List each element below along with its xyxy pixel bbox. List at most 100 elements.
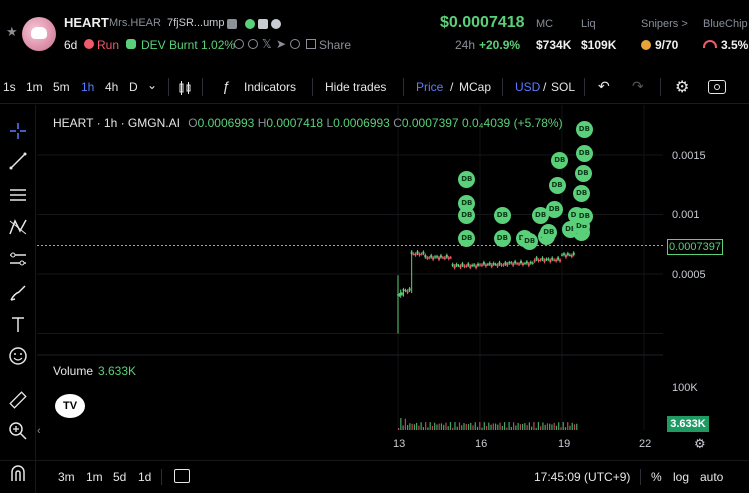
share-icon[interactable] — [306, 39, 316, 49]
liq-value: $109K — [581, 38, 617, 52]
trade-marker[interactable]: DB — [575, 207, 593, 225]
website-icon[interactable] — [290, 39, 300, 49]
interval-1m[interactable]: 1m — [26, 80, 43, 94]
brush-icon[interactable] — [8, 283, 28, 303]
share-label[interactable]: Share — [319, 38, 351, 52]
candle-body — [488, 262, 491, 265]
zoom-in-icon[interactable] — [8, 421, 28, 441]
contract-address[interactable]: 7fjSR...ump — [167, 17, 224, 29]
usd-toggle[interactable]: USD — [515, 80, 540, 94]
mcap-toggle[interactable]: MCap — [459, 80, 491, 94]
candle-body — [408, 288, 411, 291]
text-tool-icon[interactable] — [8, 315, 28, 335]
volume-bar — [411, 423, 413, 430]
volume-bar — [490, 424, 492, 430]
divider — [202, 78, 203, 96]
volume-bar — [535, 427, 537, 430]
interval-4h[interactable]: 4h — [105, 80, 118, 94]
trade-marker[interactable]: DB — [458, 206, 476, 224]
volume-bar — [427, 427, 429, 430]
snipers-label[interactable]: Snipers > — [641, 18, 688, 30]
dev-burnt: DEV Burnt 1.02% — [141, 38, 236, 52]
volume-bar — [422, 427, 425, 430]
candle-body — [406, 290, 409, 293]
range-5d[interactable]: 5d — [113, 470, 126, 484]
candle-type-icon[interactable] — [178, 81, 192, 98]
candle-body — [401, 293, 404, 295]
volume-bar — [404, 418, 406, 430]
redo-icon[interactable]: ↷ — [632, 78, 644, 95]
legend-c-label: C — [393, 116, 402, 130]
divider — [640, 469, 641, 485]
trade-marker[interactable]: DB — [551, 151, 569, 169]
volume-bar — [413, 424, 415, 430]
interval-1s[interactable]: 1s — [3, 80, 16, 94]
candle-body — [518, 263, 521, 265]
crosshair-icon[interactable] — [8, 121, 28, 141]
trade-marker[interactable]: DB — [545, 200, 563, 218]
settings-gear-icon[interactable]: ⚙ — [675, 77, 689, 97]
candle-body — [412, 253, 415, 255]
indicators-button[interactable]: Indicators — [244, 80, 296, 94]
volume-bar — [526, 425, 528, 430]
interval-d[interactable]: D — [129, 80, 138, 94]
measure-tool-icon[interactable] — [8, 249, 28, 269]
chart-canvas[interactable] — [37, 105, 749, 460]
volume-bar — [416, 422, 418, 430]
volume-bar — [558, 422, 560, 430]
percent-toggle[interactable]: % — [651, 470, 662, 484]
favorite-star-icon[interactable]: ★ — [6, 25, 18, 38]
candle-body — [510, 262, 513, 264]
y-tick-label: 0.0005 — [672, 269, 706, 281]
volume-bar — [440, 423, 443, 430]
pattern-tool-icon[interactable] — [8, 217, 28, 237]
trade-marker[interactable]: DB — [458, 170, 476, 188]
chevron-down-icon[interactable]: ⌄ — [147, 78, 157, 92]
candle-body — [479, 264, 481, 266]
interval-5m[interactable]: 5m — [53, 80, 70, 94]
ruler-icon[interactable] — [8, 390, 28, 410]
candle-body — [422, 251, 425, 254]
divider — [660, 78, 661, 96]
trade-marker[interactable]: DB — [575, 144, 593, 162]
emoji-icon[interactable] — [8, 346, 28, 366]
horizontal-lines-icon[interactable] — [8, 185, 28, 205]
log-toggle[interactable]: log — [673, 470, 689, 484]
token-name: HEART — [64, 15, 109, 30]
trade-marker[interactable]: DB — [574, 164, 592, 182]
calendar-icon[interactable] — [174, 469, 190, 483]
clock-display[interactable]: 17:45:09 (UTC+9) — [534, 470, 630, 484]
trend-line-icon[interactable] — [8, 151, 28, 171]
candle-body — [520, 260, 522, 264]
info-icon — [234, 39, 244, 49]
candle-body — [420, 253, 423, 255]
fx-icon[interactable]: ƒ — [222, 78, 230, 94]
pill-icon — [245, 19, 255, 29]
undo-icon[interactable]: ↶ — [598, 78, 610, 95]
trade-marker[interactable]: DB — [575, 120, 593, 138]
trade-marker[interactable]: DB — [521, 232, 539, 250]
trade-marker[interactable]: DB — [548, 176, 566, 194]
interval-1h[interactable]: 1h — [81, 80, 94, 94]
range-1m[interactable]: 1m — [86, 470, 103, 484]
candle-body — [451, 264, 454, 266]
volume-bar — [431, 425, 434, 430]
trade-marker[interactable]: DB — [493, 206, 511, 224]
price-chart-area[interactable]: DBDBDBDBDBDBDBDBDBDBDBDBDBDBDBDBDBDBDBDB… — [37, 105, 749, 460]
copy-icon[interactable] — [227, 19, 237, 29]
price-toggle[interactable]: Price — [416, 80, 443, 94]
auto-toggle[interactable]: auto — [700, 470, 723, 484]
range-1d[interactable]: 1d — [138, 470, 151, 484]
camera-icon[interactable] — [708, 80, 726, 94]
volume-bar — [449, 422, 452, 430]
change-value: +20.9% — [479, 38, 521, 52]
range-3m[interactable]: 3m — [58, 470, 75, 484]
tradingview-logo-icon[interactable]: TV — [55, 394, 85, 418]
snipers-value: 9/70 — [655, 38, 679, 52]
sol-toggle[interactable]: SOL — [551, 80, 575, 94]
hide-trades-button[interactable]: Hide trades — [325, 80, 386, 94]
legend-change: 0.0₄4039 (+5.78%) — [461, 116, 563, 130]
telegram-icon[interactable]: ➤ — [276, 37, 286, 51]
x-icon[interactable]: 𝕏 — [262, 37, 272, 51]
axis-settings-gear-icon[interactable]: ⚙ — [694, 436, 706, 452]
